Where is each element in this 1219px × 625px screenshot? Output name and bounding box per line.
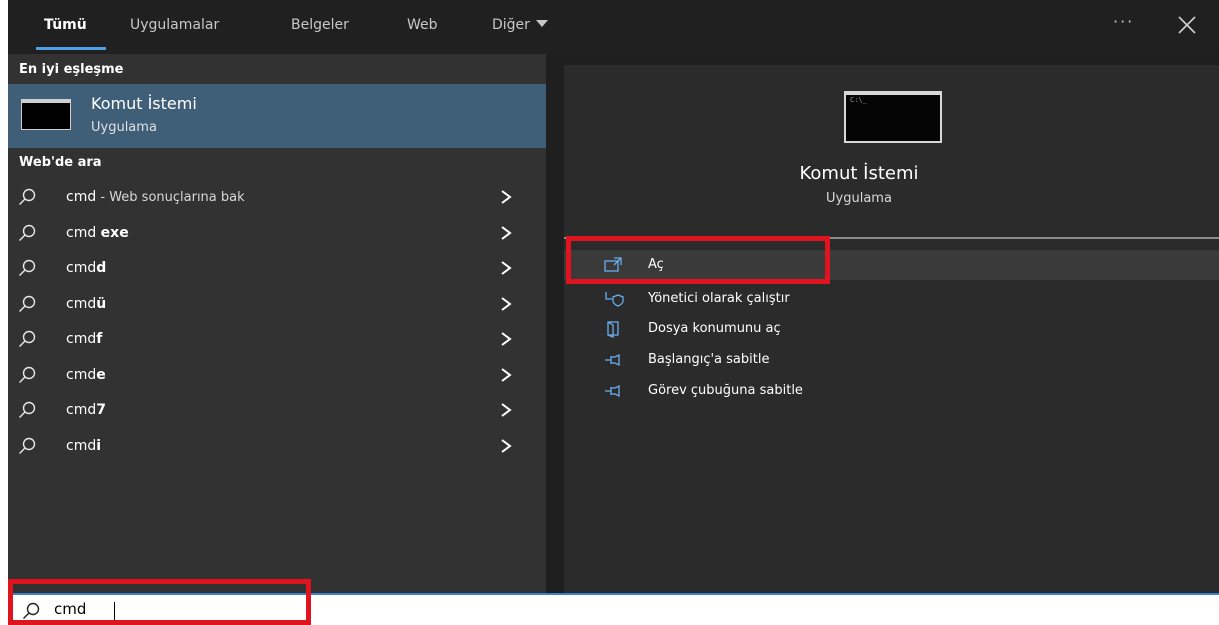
best-match-item[interactable]: Komut İstemi Uygulama [8,84,546,148]
search-box[interactable] [8,593,1219,625]
query-suggestion: f [96,331,103,347]
web-search-item[interactable]: cmd - Web sonuçlarına bak [8,180,546,214]
query-suggestion: exe [100,224,129,241]
action-run-as-admin-label: Yönetici olarak çalıştır [648,291,790,306]
chevron-down-icon [535,20,548,27]
action-run-as-admin[interactable]: Yönetici olarak çalıştır [564,284,1219,314]
query-suggestion: d [96,260,107,276]
action-open-file-location-label: Dosya konumunu aç [648,321,781,336]
tab-apps[interactable]: Uygulamalar [130,17,219,33]
web-search-item-label: cmdü [66,296,106,312]
web-search-item-label: cmde [66,367,106,383]
divider [564,237,1219,239]
search-icon [19,401,36,418]
file-location-icon [607,321,619,338]
action-open-file-location[interactable]: Dosya konumunu aç [564,314,1219,344]
detail-subtitle: Uygulama [826,191,892,206]
run-as-admin-icon [605,292,624,307]
query-prefix: cmd [66,295,97,312]
query-prefix: cmd [66,189,97,205]
query-suggestion: 7 [96,402,106,418]
action-pin-to-taskbar[interactable]: Görev çubuğuna sabitle [564,376,1219,406]
command-prompt-icon [21,99,71,130]
web-search-item[interactable]: cmdü [8,287,546,321]
web-search-item[interactable]: cmdi [8,429,546,463]
tab-more-label: Diğer [492,17,530,33]
chevron-right-icon [501,296,512,311]
results-panel: En iyi eşleşme Komut İstemi Uygulama Web… [8,54,546,593]
search-icon [19,188,36,205]
web-search-item[interactable]: cmdd [8,251,546,285]
close-icon[interactable] [1174,12,1200,38]
web-search-item-label: cmdf [66,331,102,347]
tab-more[interactable]: Diğer [492,17,548,33]
chevron-right-icon [501,367,512,382]
web-search-item-label: cmd7 [66,402,106,418]
query-prefix: cmd [66,331,97,347]
active-tab-indicator [36,47,106,50]
pin-icon [605,384,620,398]
web-search-item-label: cmdi [66,438,101,454]
detail-title: Komut İstemi [799,163,919,184]
web-search-item[interactable]: cmde [8,358,546,392]
query-suggestion: e [96,366,106,383]
text-caret [114,602,115,620]
query-prefix: cmd [66,224,101,241]
query-hint: - Web sonuçlarına bak [96,190,245,205]
best-match-title: Komut İstemi [91,94,197,113]
search-window: Tümü Uygulamalar Belgeler Web Diğer ··· … [8,0,1219,593]
chevron-right-icon [501,403,512,417]
web-search-item-label: cmd exe [66,225,129,241]
chevron-right-icon [501,225,512,240]
detail-panel: C:\_ Komut İstemi Uygulama Aç Yönetici o… [564,65,1219,593]
web-search-item[interactable]: cmdf [8,322,546,356]
query-prefix: cmd [66,402,97,418]
search-icon [19,437,36,454]
action-open[interactable]: Aç [564,250,1219,280]
prompt-glyph-icon: C:\_ [850,96,867,104]
tab-all[interactable]: Tümü [44,17,87,33]
web-search-header: Web'de ara [19,155,102,170]
query-prefix: cmd [66,366,97,383]
query-suggestion: i [96,437,102,454]
best-match-subtitle: Uygulama [91,120,157,135]
web-search-item[interactable]: cmd exe [8,216,546,250]
tab-web[interactable]: Web [407,17,438,33]
chevron-right-icon [501,190,512,204]
web-search-item-label: cmd - Web sonuçlarına bak [66,189,245,205]
query-prefix: cmd [66,260,97,276]
web-search-item-label: cmdd [66,260,106,276]
web-search-item[interactable]: cmd7 [8,393,546,427]
open-icon [604,257,622,272]
tab-documents[interactable]: Belgeler [291,17,349,33]
chevron-right-icon [501,261,512,275]
action-pin-to-start[interactable]: Başlangıç'a sabitle [564,345,1219,375]
query-suggestion: ü [96,295,107,312]
pin-icon [605,353,620,367]
search-icon [19,330,36,347]
chevron-right-icon [501,332,512,346]
action-pin-to-start-label: Başlangıç'a sabitle [648,352,770,367]
search-icon [23,602,40,619]
search-icon [19,295,36,312]
search-icon [19,259,36,276]
action-pin-to-taskbar-label: Görev çubuğuna sabitle [648,383,803,398]
search-icon [19,366,36,383]
search-icon [19,224,36,241]
command-prompt-icon: C:\_ [844,91,942,143]
best-match-header: En iyi eşleşme [19,62,124,77]
action-open-label: Aç [648,257,664,272]
more-options-icon[interactable]: ··· [1113,12,1134,31]
filter-tab-bar: Tümü Uygulamalar Belgeler Web Diğer ··· [8,0,1219,54]
chevron-right-icon [501,438,512,453]
query-prefix: cmd [66,437,97,454]
